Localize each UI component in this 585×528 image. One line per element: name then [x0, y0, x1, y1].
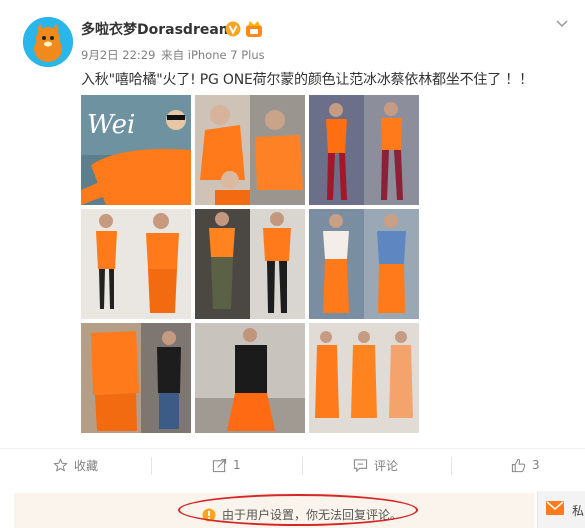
post-image-4[interactable] [81, 209, 191, 319]
like-button[interactable]: 3 [511, 449, 540, 481]
share-button[interactable]: 1 [212, 449, 241, 481]
device-link[interactable]: iPhone 7 Plus [188, 48, 265, 62]
comment-notice: 由于用户设置，你无法回复评论。 [202, 506, 402, 523]
post-meta: 9月2日 22:29 来自 iPhone 7 Plus [81, 47, 265, 63]
post-image-7[interactable] [81, 323, 191, 433]
action-bar: 收藏 1 评论 3 [0, 448, 585, 480]
notice-text: 由于用户设置，你无法回复评论。 [222, 508, 403, 522]
action-divider [451, 457, 452, 475]
post-image-6[interactable] [309, 209, 419, 319]
favorite-button[interactable]: 收藏 [53, 449, 98, 481]
mail-icon [546, 501, 564, 515]
image-grid: Wei [81, 95, 420, 433]
favorite-label: 收藏 [74, 458, 99, 473]
post-text: 入秋"嘻哈橘"火了! PG ONE荷尔蒙的颜色让范冰冰蔡依林都坐不住了 ！！ [81, 72, 533, 88]
member-crown-icon[interactable] [244, 20, 264, 38]
thumbs-up-icon [511, 458, 526, 472]
post-image-1[interactable]: Wei [81, 95, 191, 205]
verified-v-icon [225, 21, 241, 37]
action-divider [151, 457, 152, 475]
post-image-9[interactable] [309, 323, 419, 433]
username-link[interactable]: 多啦衣梦Dorasdream [81, 19, 233, 39]
comment-button[interactable]: 评论 [353, 449, 398, 481]
share-icon [212, 458, 227, 472]
like-count: 3 [532, 458, 540, 472]
post-image-5[interactable] [195, 209, 305, 319]
avatar[interactable] [23, 17, 73, 67]
share-count: 1 [233, 458, 241, 472]
action-divider [302, 457, 303, 475]
private-message-tab[interactable]: 私 [537, 491, 585, 528]
post-date-link[interactable]: 9月2日 22:29 [81, 48, 155, 62]
private-message-label: 私 [572, 504, 585, 518]
more-options-chevron-icon[interactable] [553, 14, 571, 32]
comment-icon [353, 458, 368, 472]
image-overlay-text: Wei [87, 110, 135, 140]
warning-icon [202, 508, 216, 521]
weibo-post-card: 多啦衣梦Dorasdream 9月2日 22:29 来自 iPhone 7 Pl… [0, 0, 585, 528]
star-icon [53, 457, 68, 472]
source-prefix: 来自 [161, 48, 185, 62]
post-image-8[interactable] [195, 323, 305, 433]
post-image-2[interactable] [195, 95, 305, 205]
comment-label: 评论 [374, 458, 399, 473]
post-image-3[interactable] [309, 95, 419, 205]
